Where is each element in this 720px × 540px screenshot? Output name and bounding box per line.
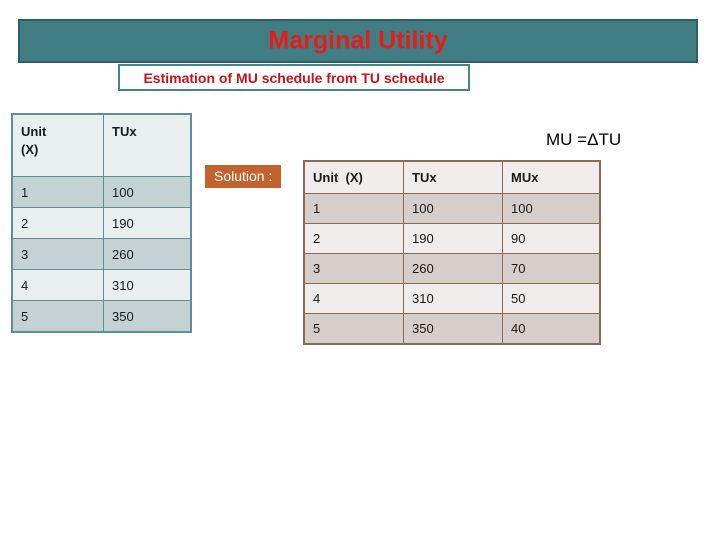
table-row: 3 260 bbox=[11, 238, 192, 270]
tu-cell-unit: 5 bbox=[11, 300, 104, 333]
table-header-row: Unit (X) TUx bbox=[11, 113, 192, 177]
tu-cell-tux: 260 bbox=[103, 238, 192, 270]
mu-cell-mux: 70 bbox=[502, 253, 601, 284]
mu-cell-unit: 1 bbox=[303, 193, 404, 224]
mu-cell-mux: 50 bbox=[502, 283, 601, 314]
mu-cell-tux: 310 bbox=[403, 283, 503, 314]
mu-cell-tux: 190 bbox=[403, 223, 503, 254]
table-row: 3 260 70 bbox=[303, 253, 601, 284]
mu-cell-unit: 4 bbox=[303, 283, 404, 314]
tu-cell-unit: 3 bbox=[11, 238, 104, 270]
tu-cell-tux: 310 bbox=[103, 269, 192, 301]
mu-schedule-table: Unit (X) TUx MUx 1 100 100 2 190 90 3 26… bbox=[303, 160, 601, 345]
tu-cell-unit: 2 bbox=[11, 207, 104, 239]
table-header-row: Unit (X) TUx MUx bbox=[303, 160, 601, 194]
mu-cell-tux: 350 bbox=[403, 313, 503, 345]
title-banner: Marginal Utility bbox=[18, 19, 698, 63]
mu-formula-label: MU =ΔTU bbox=[546, 130, 622, 149]
page-title: Marginal Utility bbox=[268, 26, 448, 55]
tu-cell-unit: 1 bbox=[11, 176, 104, 208]
table-row: 5 350 40 bbox=[303, 313, 601, 345]
tu-cell-tux: 100 bbox=[103, 176, 192, 208]
table-row: 2 190 90 bbox=[303, 223, 601, 254]
table-row: 5 350 bbox=[11, 300, 192, 333]
mu-cell-unit: 5 bbox=[303, 313, 404, 345]
subtitle-box: Estimation of MU schedule from TU schedu… bbox=[118, 64, 470, 91]
subtitle-text: Estimation of MU schedule from TU schedu… bbox=[143, 69, 445, 86]
mu-cell-mux: 90 bbox=[502, 223, 601, 254]
mu-cell-mux: 100 bbox=[502, 193, 601, 224]
tu-schedule-table: Unit (X) TUx 1 100 2 190 3 260 4 310 5 3… bbox=[11, 113, 192, 333]
mu-header-unit: Unit (X) bbox=[303, 160, 404, 194]
mu-cell-unit: 3 bbox=[303, 253, 404, 284]
table-row: 4 310 50 bbox=[303, 283, 601, 314]
mu-cell-unit: 2 bbox=[303, 223, 404, 254]
mu-cell-mux: 40 bbox=[502, 313, 601, 345]
mu-cell-tux: 100 bbox=[403, 193, 503, 224]
tu-cell-tux: 190 bbox=[103, 207, 192, 239]
tu-cell-unit: 4 bbox=[11, 269, 104, 301]
table-row: 1 100 bbox=[11, 176, 192, 208]
mu-cell-tux: 260 bbox=[403, 253, 503, 284]
mu-header-tux: TUx bbox=[403, 160, 503, 194]
table-row: 1 100 100 bbox=[303, 193, 601, 224]
tu-header-unit: Unit (X) bbox=[11, 113, 104, 177]
table-row: 4 310 bbox=[11, 269, 192, 301]
mu-header-mux: MUx bbox=[502, 160, 601, 194]
tu-cell-tux: 350 bbox=[103, 300, 192, 333]
tu-header-tux: TUx bbox=[103, 113, 192, 177]
solution-badge: Solution : bbox=[205, 165, 282, 188]
table-row: 2 190 bbox=[11, 207, 192, 239]
